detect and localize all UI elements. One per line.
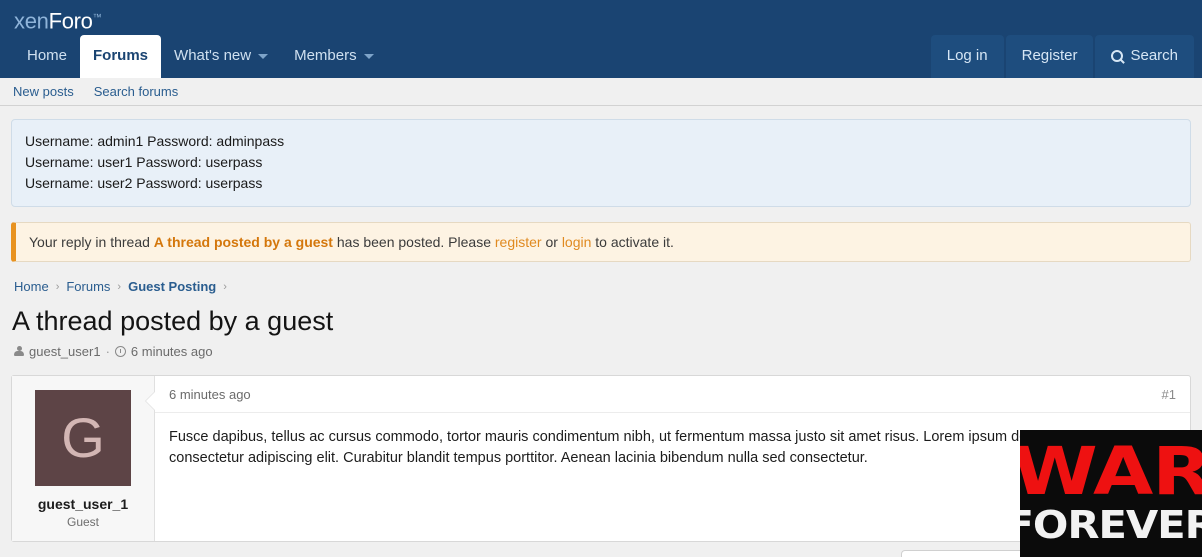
page-title: A thread posted by a guest <box>12 306 334 336</box>
thread-timestamp: 6 minutes ago <box>130 344 213 359</box>
post-arrow <box>146 392 155 410</box>
notice-or: or <box>541 234 562 250</box>
nav-primary-items: Home Forums What's new Members <box>0 33 387 78</box>
site-logo[interactable]: xenForo™ <box>14 4 1202 34</box>
post-footer-actions: You must log in or register to reply her… <box>11 542 1191 557</box>
logo-text-xen: xen <box>14 8 49 34</box>
post-author-role: Guest <box>66 515 99 529</box>
post-article: G guest_user_1 Guest 6 minutes ago #1 Fu… <box>11 375 1191 542</box>
post-number[interactable]: #1 <box>1162 387 1176 402</box>
banner-line-war: WAR <box>1020 432 1202 510</box>
nav-account-items: Log in Register Search <box>930 35 1194 78</box>
nav-item-home-label: Home <box>27 47 68 64</box>
thread-meta: guest_user1 · 6 minutes ago <box>14 344 1191 359</box>
avatar[interactable]: G <box>35 390 131 486</box>
search-icon <box>1111 50 1124 62</box>
breadcrumb: Home › Forums › Guest Posting › <box>11 279 1191 294</box>
search-button-label: Search <box>1130 47 1178 64</box>
chevron-down-icon <box>258 53 269 59</box>
secondary-navigation: New posts Search forums <box>0 78 1202 106</box>
post-author-column: G guest_user_1 Guest <box>12 376 155 541</box>
site-header: xenForo™ Home Forums What's new Members … <box>0 0 1202 78</box>
breadcrumb-separator: › <box>117 280 122 293</box>
nav-item-forums[interactable]: Forums <box>80 35 162 78</box>
notice-suffix: to activate it. <box>591 234 674 250</box>
user-icon <box>14 346 24 357</box>
post-header: 6 minutes ago #1 <box>155 376 1190 413</box>
subnav-item-new-posts[interactable]: New posts <box>13 84 74 99</box>
breadcrumb-separator: › <box>55 280 60 293</box>
nav-item-whats-new[interactable]: What's new <box>161 35 281 78</box>
notice-thread-title: A thread posted by a guest <box>153 234 333 250</box>
credential-line: Username: user1 Password: userpass <box>25 154 263 170</box>
meta-separator: · <box>105 344 110 359</box>
search-button[interactable]: Search <box>1095 35 1194 78</box>
clock-icon <box>114 346 126 357</box>
banner-line-forever: FOREVER <box>1020 502 1202 547</box>
logo-trademark: ™ <box>92 12 102 22</box>
breadcrumb-item-guest-posting[interactable]: Guest Posting <box>128 279 216 294</box>
notice-middle: has been posted. Please <box>332 234 495 250</box>
logo-row: xenForo™ <box>0 0 1202 33</box>
main-navigation: Home Forums What's new Members Log in Re… <box>0 33 1202 78</box>
war-forever-banner-image: WAR FOREVER <box>1020 430 1202 557</box>
chevron-down-icon <box>363 53 374 59</box>
register-button-label: Register <box>1021 47 1078 64</box>
notice-register-link[interactable]: register <box>495 234 542 250</box>
nav-item-home[interactable]: Home <box>14 35 80 78</box>
nav-item-members[interactable]: Members <box>281 35 387 78</box>
credential-line: Username: user2 Password: userpass <box>25 175 263 191</box>
nav-item-members-label: Members <box>294 47 357 64</box>
breadcrumb-item-forums[interactable]: Forums <box>66 279 110 294</box>
thread-author[interactable]: guest_user1 <box>29 344 101 359</box>
nav-item-whats-new-label: What's new <box>174 47 252 64</box>
login-button-label: Log in <box>946 47 988 64</box>
reply-posted-notice: Your reply in thread A thread posted by … <box>11 222 1191 262</box>
notice-prefix: Your reply in thread <box>29 234 154 250</box>
register-button[interactable]: Register <box>1005 35 1094 78</box>
logo-text-foro: Foro <box>48 8 93 34</box>
post-timestamp[interactable]: 6 minutes ago <box>169 387 251 402</box>
nav-item-forums-label: Forums <box>93 47 149 64</box>
breadcrumb-item-home[interactable]: Home <box>14 279 49 294</box>
post-author-name[interactable]: guest_user_1 <box>12 496 154 512</box>
breadcrumb-separator: › <box>223 280 227 293</box>
subnav-item-search-forums[interactable]: Search forums <box>94 84 179 99</box>
login-button[interactable]: Log in <box>930 35 1004 78</box>
credential-line: Username: admin1 Password: adminpass <box>25 133 285 149</box>
credentials-info-box: Username: admin1 Password: adminpass Use… <box>11 119 1191 207</box>
notice-login-link[interactable]: login <box>562 234 592 250</box>
